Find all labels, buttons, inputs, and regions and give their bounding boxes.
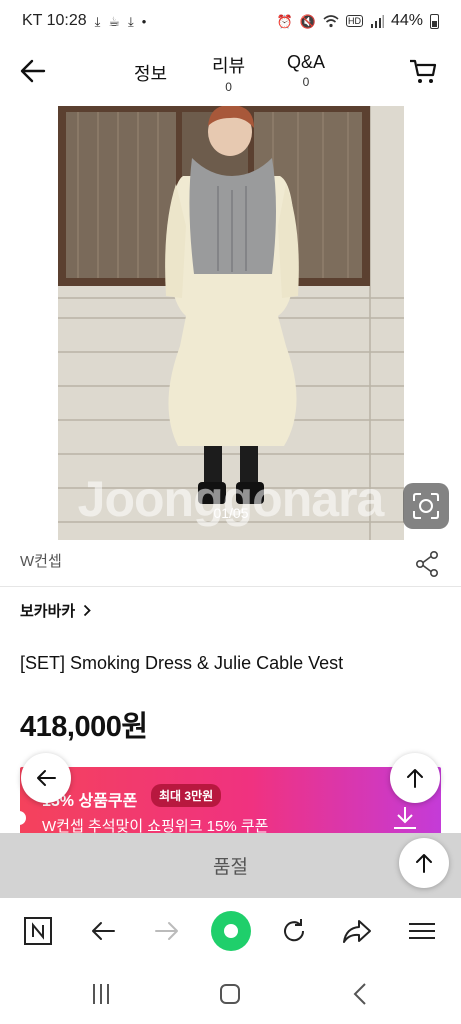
tab-review-count: 0 — [225, 80, 232, 94]
scroll-top-button-2[interactable] — [399, 838, 449, 888]
system-back-button[interactable] — [346, 980, 376, 1008]
battery-level: 44% — [390, 12, 423, 29]
status-bar: KT 10:28 ⤓ ☕ ⤓ • ⏰ 🔇 HD 44% — [0, 0, 461, 42]
product-header: 정보 리뷰 0 Q&A 0 — [0, 44, 461, 100]
battery-icon — [430, 13, 439, 29]
refresh-icon — [284, 919, 305, 942]
menu-icon — [409, 923, 435, 939]
zoom-scan-icon — [413, 493, 439, 519]
back-arrow-icon — [20, 59, 46, 83]
recent-apps-icon — [93, 984, 109, 1004]
share-button[interactable] — [414, 550, 440, 578]
share-icon — [415, 550, 438, 577]
scroll-top-button[interactable] — [390, 753, 440, 803]
mute-icon: 🔇 — [299, 13, 316, 29]
download-icon: ⤓ — [94, 13, 101, 29]
tab-qna-label: Q&A — [287, 52, 326, 72]
hd-icon: HD — [345, 15, 363, 27]
tab-review[interactable]: 리뷰 0 — [212, 52, 245, 94]
recent-apps-button[interactable] — [86, 980, 116, 1008]
dot-icon: • — [141, 13, 147, 29]
back-button[interactable] — [18, 56, 52, 86]
browser-share-button[interactable] — [340, 914, 374, 948]
system-nav-bar — [0, 964, 461, 1024]
divider — [0, 586, 461, 587]
arrow-up-icon — [416, 854, 432, 873]
status-right: ⏰ 🔇 HD 44% — [277, 12, 439, 30]
cart-icon — [410, 59, 437, 83]
naver-home-button[interactable] — [21, 914, 55, 948]
status-left: KT 10:28 ⤓ ☕ ⤓ • — [22, 12, 146, 30]
download-icon[interactable] — [392, 805, 418, 831]
arrow-up-icon — [407, 769, 423, 788]
signal-icon — [370, 14, 384, 28]
tab-qna-count: 0 — [302, 75, 310, 89]
soldout-button[interactable]: 품절 — [0, 833, 461, 898]
green-dot-button[interactable] — [211, 911, 251, 951]
alarm-icon: ⏰ — [276, 13, 293, 29]
store-name: 보카바카 — [20, 603, 76, 620]
product-title: [SET] Smoking Dress & Julie Cable Vest — [20, 653, 344, 673]
reload-button[interactable] — [277, 914, 311, 948]
back-chevron-icon — [353, 983, 366, 1005]
soldout-label: 품절 — [213, 857, 248, 878]
carrier-time: KT 10:28 — [22, 12, 87, 29]
image-search-button[interactable] — [403, 483, 449, 529]
tab-review-label: 리뷰 — [212, 56, 246, 76]
home-icon — [220, 984, 240, 1004]
wifi-icon — [323, 14, 339, 27]
tab-qna[interactable]: Q&A 0 — [287, 52, 325, 89]
coupon-badge: 최대 3만원 — [151, 784, 222, 807]
floating-back-button[interactable] — [21, 753, 71, 803]
tab-info-label: 정보 — [134, 64, 168, 84]
coupon-notch — [12, 811, 26, 825]
browser-back-button[interactable] — [86, 914, 120, 948]
tab-info[interactable]: 정보 — [134, 60, 167, 86]
naver-icon — [24, 917, 52, 945]
cart-button[interactable] — [408, 56, 442, 86]
browser-forward-button[interactable] — [150, 914, 184, 948]
browser-menu-button[interactable] — [405, 914, 439, 948]
coupon-banner[interactable]: 15% 상품쿠폰 최대 3만원 W컨셉 추석맞이 쇼핑위크 15% 쿠폰 — [20, 767, 441, 837]
cup-icon: ☕ — [108, 13, 121, 29]
store-link[interactable]: 보카바카 — [20, 600, 91, 621]
home-button[interactable] — [215, 980, 245, 1008]
share-arrow-icon — [343, 920, 371, 943]
back-arrow-icon — [37, 770, 56, 786]
chevron-right-icon — [84, 604, 91, 617]
back-arrow-icon — [92, 922, 115, 940]
product-price: 418,000원 — [20, 711, 148, 743]
seller-name[interactable]: W컨셉 — [20, 550, 62, 571]
browser-toolbar — [0, 898, 461, 964]
forward-arrow-icon — [155, 922, 178, 940]
image-counter: 01/05 — [213, 505, 249, 521]
download-icon: ⤓ — [128, 13, 134, 29]
